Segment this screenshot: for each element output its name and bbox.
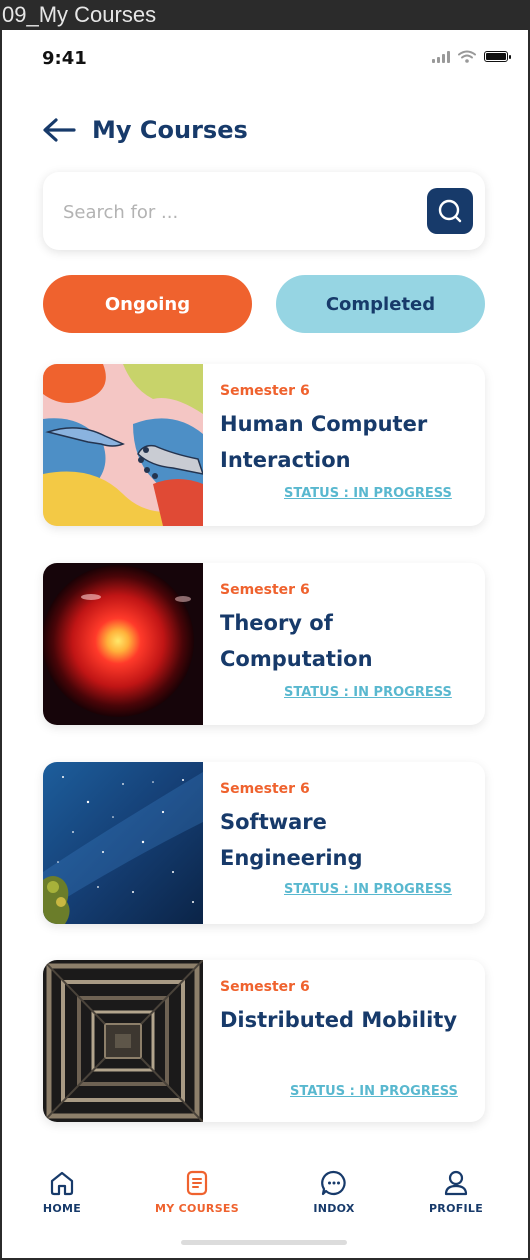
course-thumbnail-red-eye bbox=[43, 563, 203, 725]
course-status-link[interactable]: STATUS : IN PROGRESS bbox=[290, 1084, 458, 1099]
search-input[interactable] bbox=[61, 192, 405, 232]
course-status-link[interactable]: STATUS : IN PROGRESS bbox=[284, 486, 452, 501]
page-title: My Courses bbox=[92, 116, 248, 144]
course-status-link[interactable]: STATUS : IN PROGRESS bbox=[284, 882, 452, 897]
home-icon bbox=[50, 1171, 74, 1196]
frame-title: 09_My Courses bbox=[0, 0, 530, 30]
phone-screen: 9:41 My Courses Ongoing Completed bbox=[2, 30, 528, 1258]
course-card[interactable]: Semester 6 Human Computer Interaction ST… bbox=[43, 364, 485, 526]
tab-ongoing[interactable]: Ongoing bbox=[43, 275, 252, 333]
nav-profile-label: PROFILE bbox=[428, 1202, 484, 1215]
course-thumbnail-hands-illustration bbox=[43, 364, 203, 526]
wifi-icon bbox=[458, 50, 476, 63]
document-icon bbox=[186, 1170, 208, 1196]
course-thumbnail-corridor bbox=[43, 960, 203, 1122]
course-status-link[interactable]: STATUS : IN PROGRESS bbox=[284, 685, 452, 700]
search-button[interactable] bbox=[427, 188, 473, 234]
nav-indox[interactable]: INDOX bbox=[274, 1170, 394, 1215]
course-semester: Semester 6 bbox=[220, 979, 310, 995]
course-semester: Semester 6 bbox=[220, 383, 310, 399]
status-time: 9:41 bbox=[42, 48, 87, 69]
course-card[interactable]: Semester 6 Theory of Computation STATUS … bbox=[43, 563, 485, 725]
search-icon bbox=[438, 199, 462, 223]
nav-profile[interactable]: PROFILE bbox=[396, 1170, 516, 1215]
nav-home[interactable]: HOME bbox=[2, 1170, 122, 1215]
course-card[interactable]: Semester 6 Software Engineering STATUS :… bbox=[43, 762, 485, 924]
nav-home-label: HOME bbox=[42, 1202, 82, 1215]
course-semester: Semester 6 bbox=[220, 781, 310, 797]
course-title: Software Engineering bbox=[220, 810, 363, 870]
tab-completed[interactable]: Completed bbox=[276, 275, 485, 333]
header: My Courses bbox=[42, 116, 248, 144]
search-bar bbox=[43, 172, 485, 250]
course-semester: Semester 6 bbox=[220, 582, 310, 598]
battery-icon bbox=[484, 51, 511, 62]
cellular-signal-icon bbox=[432, 50, 450, 63]
course-title: Distributed Mobility bbox=[220, 1008, 458, 1032]
nav-my-courses[interactable]: MY COURSES bbox=[137, 1170, 257, 1215]
status-icons bbox=[432, 50, 511, 63]
home-indicator bbox=[181, 1240, 347, 1245]
chat-icon bbox=[321, 1170, 346, 1196]
course-thumbnail-starry-sky bbox=[43, 762, 203, 924]
course-title: Theory of Computation bbox=[220, 611, 373, 671]
nav-my-courses-label: MY COURSES bbox=[155, 1202, 239, 1215]
course-title: Human Computer Interaction bbox=[220, 412, 428, 472]
user-icon bbox=[444, 1170, 468, 1196]
course-card[interactable]: Semester 6 Distributed Mobility STATUS :… bbox=[43, 960, 485, 1122]
nav-indox-label: INDOX bbox=[313, 1202, 355, 1215]
back-arrow-icon[interactable] bbox=[42, 117, 76, 143]
